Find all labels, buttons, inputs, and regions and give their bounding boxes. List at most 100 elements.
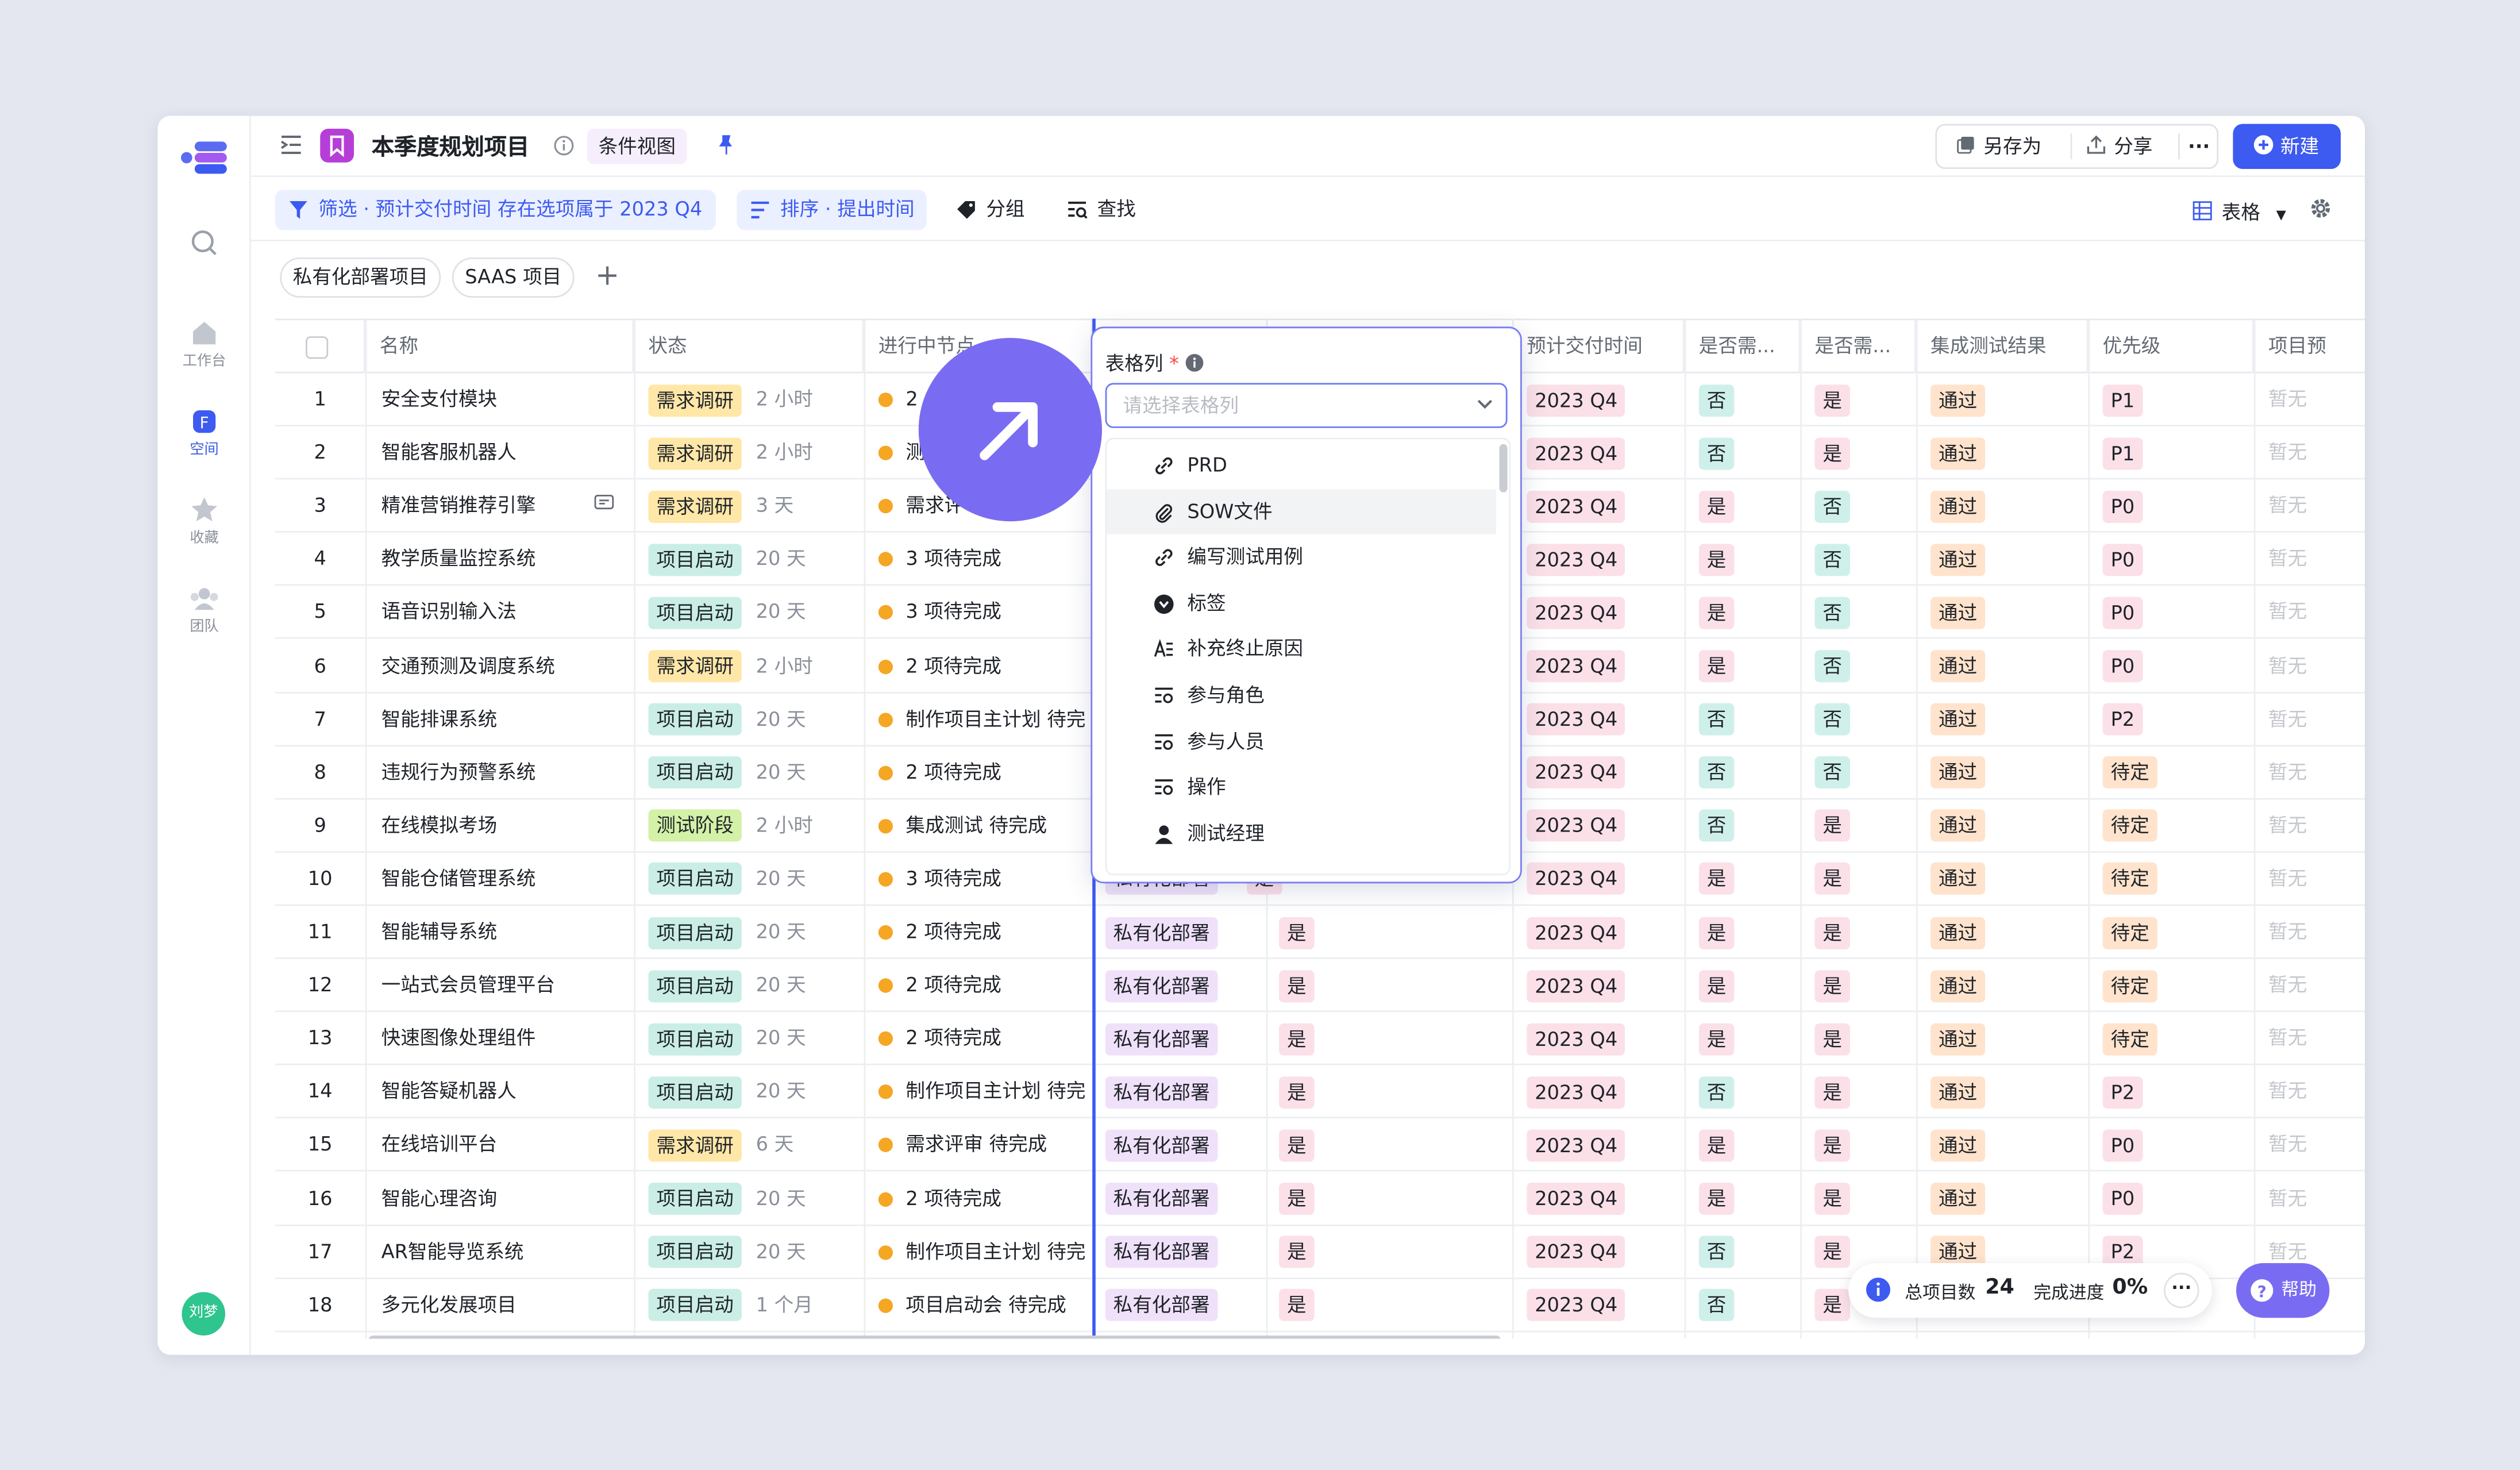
row-status[interactable]: 项目启动 20 天 bbox=[648, 1225, 861, 1277]
col-need-a[interactable]: 是否需... bbox=[1685, 320, 1801, 374]
row-delivery[interactable]: 2023 Q4 bbox=[1527, 853, 1681, 905]
row-need-b[interactable]: 是 bbox=[1814, 374, 1911, 425]
row-need-a[interactable]: 是 bbox=[1698, 640, 1795, 691]
rail-workbench[interactable]: 工作台 bbox=[157, 318, 251, 370]
row-need-a[interactable]: 否 bbox=[1698, 426, 1795, 478]
row-test-result[interactable]: 通过 bbox=[1931, 1172, 2085, 1224]
column-option[interactable]: 参与人员 bbox=[1107, 718, 1496, 763]
row-delivery[interactable]: 2023 Q4 bbox=[1527, 906, 1681, 957]
row-priority[interactable]: P0 bbox=[2102, 586, 2248, 638]
row-status[interactable]: 项目启动 20 天 bbox=[648, 1172, 861, 1224]
col-status[interactable]: 状态 bbox=[634, 320, 864, 374]
options-scrollbar[interactable] bbox=[1499, 444, 1508, 492]
row-test-result[interactable]: 通过 bbox=[1931, 374, 2085, 425]
row-node[interactable]: 2 项待完成 bbox=[878, 640, 1091, 691]
new-button[interactable]: 新建 bbox=[2233, 124, 2341, 169]
rail-space[interactable]: F 空间 bbox=[157, 409, 251, 459]
col-priority[interactable]: 优先级 bbox=[2088, 320, 2254, 374]
row-status[interactable]: 需求调研 2 小时 bbox=[648, 640, 861, 691]
row-need-b[interactable]: 否 bbox=[1814, 746, 1911, 798]
row-delivery[interactable]: 2023 Q4 bbox=[1527, 693, 1681, 745]
row-priority[interactable]: P1 bbox=[2102, 374, 2248, 425]
row-test-result[interactable]: 通过 bbox=[1931, 586, 2085, 638]
row-need-b[interactable]: 是 bbox=[1814, 799, 1911, 851]
row-flag[interactable]: 是 bbox=[1279, 1279, 1343, 1330]
col-test-result[interactable]: 集成测试结果 bbox=[1916, 320, 2089, 374]
row-test-result[interactable]: 通过 bbox=[1931, 799, 2085, 851]
row-need-b[interactable]: 是 bbox=[1814, 853, 1911, 905]
sort-chip[interactable]: 排序 · 提出时间 bbox=[737, 190, 928, 230]
search-icon[interactable] bbox=[157, 229, 251, 261]
row-deploy[interactable]: 私有化部署 bbox=[1105, 1225, 1263, 1277]
row-priority[interactable]: P2 bbox=[2102, 1065, 2248, 1117]
row-status[interactable]: 项目启动 20 天 bbox=[648, 533, 861, 585]
save-as-button[interactable]: 另存为 bbox=[1956, 125, 2041, 167]
row-test-result[interactable]: 通过 bbox=[1931, 959, 2085, 1011]
row-name[interactable]: 智能答疑机器人 bbox=[382, 1065, 623, 1117]
col-need-b[interactable]: 是否需... bbox=[1800, 320, 1916, 374]
row-priority[interactable]: 待定 bbox=[2102, 853, 2248, 905]
row-flag[interactable]: 是 bbox=[1279, 1225, 1343, 1277]
row-priority[interactable]: 待定 bbox=[2102, 959, 2248, 1011]
gear-icon[interactable] bbox=[2310, 198, 2331, 218]
row-delivery[interactable]: 2023 Q4 bbox=[1527, 1013, 1681, 1064]
tab-saas[interactable]: SAAS 项目 bbox=[452, 257, 575, 298]
row-flag[interactable]: 是 bbox=[1279, 1172, 1343, 1224]
row-flag[interactable]: 是 bbox=[1279, 1119, 1343, 1171]
row-deploy[interactable]: 私有化部署 bbox=[1105, 1013, 1263, 1064]
row-status[interactable]: 需求调研 2 小时 bbox=[648, 426, 861, 478]
column-option[interactable]: 操作 bbox=[1107, 765, 1496, 810]
row-test-result[interactable]: 通过 bbox=[1931, 1013, 2085, 1064]
row-name[interactable]: 智能辅导系统 bbox=[382, 906, 623, 957]
row-priority[interactable]: P2 bbox=[2102, 693, 2248, 745]
row-name[interactable]: 精准营销推荐引擎 bbox=[382, 480, 623, 532]
row-delivery[interactable]: 2023 Q4 bbox=[1527, 1065, 1681, 1117]
row-deploy[interactable]: 私有化部署 bbox=[1105, 959, 1263, 1011]
row-status[interactable]: 项目启动 20 天 bbox=[648, 693, 861, 745]
row-name[interactable]: 在线培训平台 bbox=[382, 1119, 623, 1171]
row-node[interactable]: 2 项待完成 bbox=[878, 1013, 1091, 1064]
row-node[interactable]: 3 项待完成 bbox=[878, 853, 1091, 905]
col-delivery[interactable]: 预计交付时间 bbox=[1512, 320, 1685, 374]
row-need-a[interactable]: 是 bbox=[1698, 586, 1795, 638]
row-node[interactable]: 制作项目主计划 待完 bbox=[878, 1065, 1091, 1117]
row-name[interactable]: AR智能导览系统 bbox=[382, 1225, 623, 1277]
row-name[interactable]: 交通预测及调度系统 bbox=[382, 640, 623, 691]
row-priority[interactable]: 待定 bbox=[2102, 799, 2248, 851]
row-need-b[interactable]: 是 bbox=[1814, 1119, 1911, 1171]
row-delivery[interactable]: 2023 Q4 bbox=[1527, 533, 1681, 585]
row-delivery[interactable]: 2023 Q4 bbox=[1527, 374, 1681, 425]
row-need-b[interactable]: 是 bbox=[1814, 1013, 1911, 1064]
row-name[interactable]: 智能排课系统 bbox=[382, 693, 623, 745]
row-node[interactable]: 2 项待完成 bbox=[878, 746, 1091, 798]
column-option[interactable]: 补充终止原因 bbox=[1107, 626, 1496, 671]
row-need-b[interactable]: 是 bbox=[1814, 1172, 1911, 1224]
row-test-result[interactable]: 通过 bbox=[1931, 480, 2085, 532]
table-row[interactable]: 12 一站式会员管理平台 项目启动 20 天 2 项待完成 私有化部署 是 2023 Q4 是… bbox=[275, 959, 2365, 1013]
row-delivery[interactable]: 2023 Q4 bbox=[1527, 799, 1681, 851]
row-test-result[interactable]: 通过 bbox=[1931, 853, 2085, 905]
row-need-a[interactable]: 否 bbox=[1698, 799, 1795, 851]
rail-favorites[interactable]: 收藏 bbox=[157, 495, 251, 547]
row-need-a[interactable]: 否 bbox=[1698, 1279, 1795, 1330]
row-need-b[interactable]: 否 bbox=[1814, 693, 1911, 745]
row-node[interactable]: 3 项待完成 bbox=[878, 586, 1091, 638]
row-test-result[interactable]: 通过 bbox=[1931, 533, 2085, 585]
row-need-a[interactable]: 是 bbox=[1698, 959, 1795, 1011]
row-priority[interactable]: P0 bbox=[2102, 1172, 2248, 1224]
row-need-a[interactable]: 是 bbox=[1698, 906, 1795, 957]
row-priority[interactable]: P1 bbox=[2102, 426, 2248, 478]
table-row[interactable]: 13 快速图像处理组件 项目启动 20 天 2 项待完成 私有化部署 是 2023 Q4 是 是… bbox=[275, 1013, 2365, 1066]
tab-private-deploy[interactable]: 私有化部署项目 bbox=[280, 257, 441, 298]
row-node[interactable]: 2 项待完成 bbox=[878, 959, 1091, 1011]
row-test-result[interactable]: 通过 bbox=[1931, 426, 2085, 478]
row-priority[interactable]: 待定 bbox=[2102, 906, 2248, 957]
row-need-a[interactable]: 否 bbox=[1698, 693, 1795, 745]
select-all-checkbox[interactable] bbox=[306, 335, 329, 358]
table-row[interactable]: 11 智能辅导系统 项目启动 20 天 2 项待完成 私有化部署 是 2023 Q4 是 是 通过… bbox=[275, 906, 2365, 959]
row-node[interactable]: 2 项待完成 bbox=[878, 906, 1091, 957]
add-tab-icon[interactable]: + bbox=[595, 261, 619, 291]
column-option[interactable]: PRD bbox=[1107, 442, 1496, 487]
row-need-a[interactable]: 否 bbox=[1698, 1065, 1795, 1117]
row-name[interactable]: 安全支付模块 bbox=[382, 374, 623, 425]
